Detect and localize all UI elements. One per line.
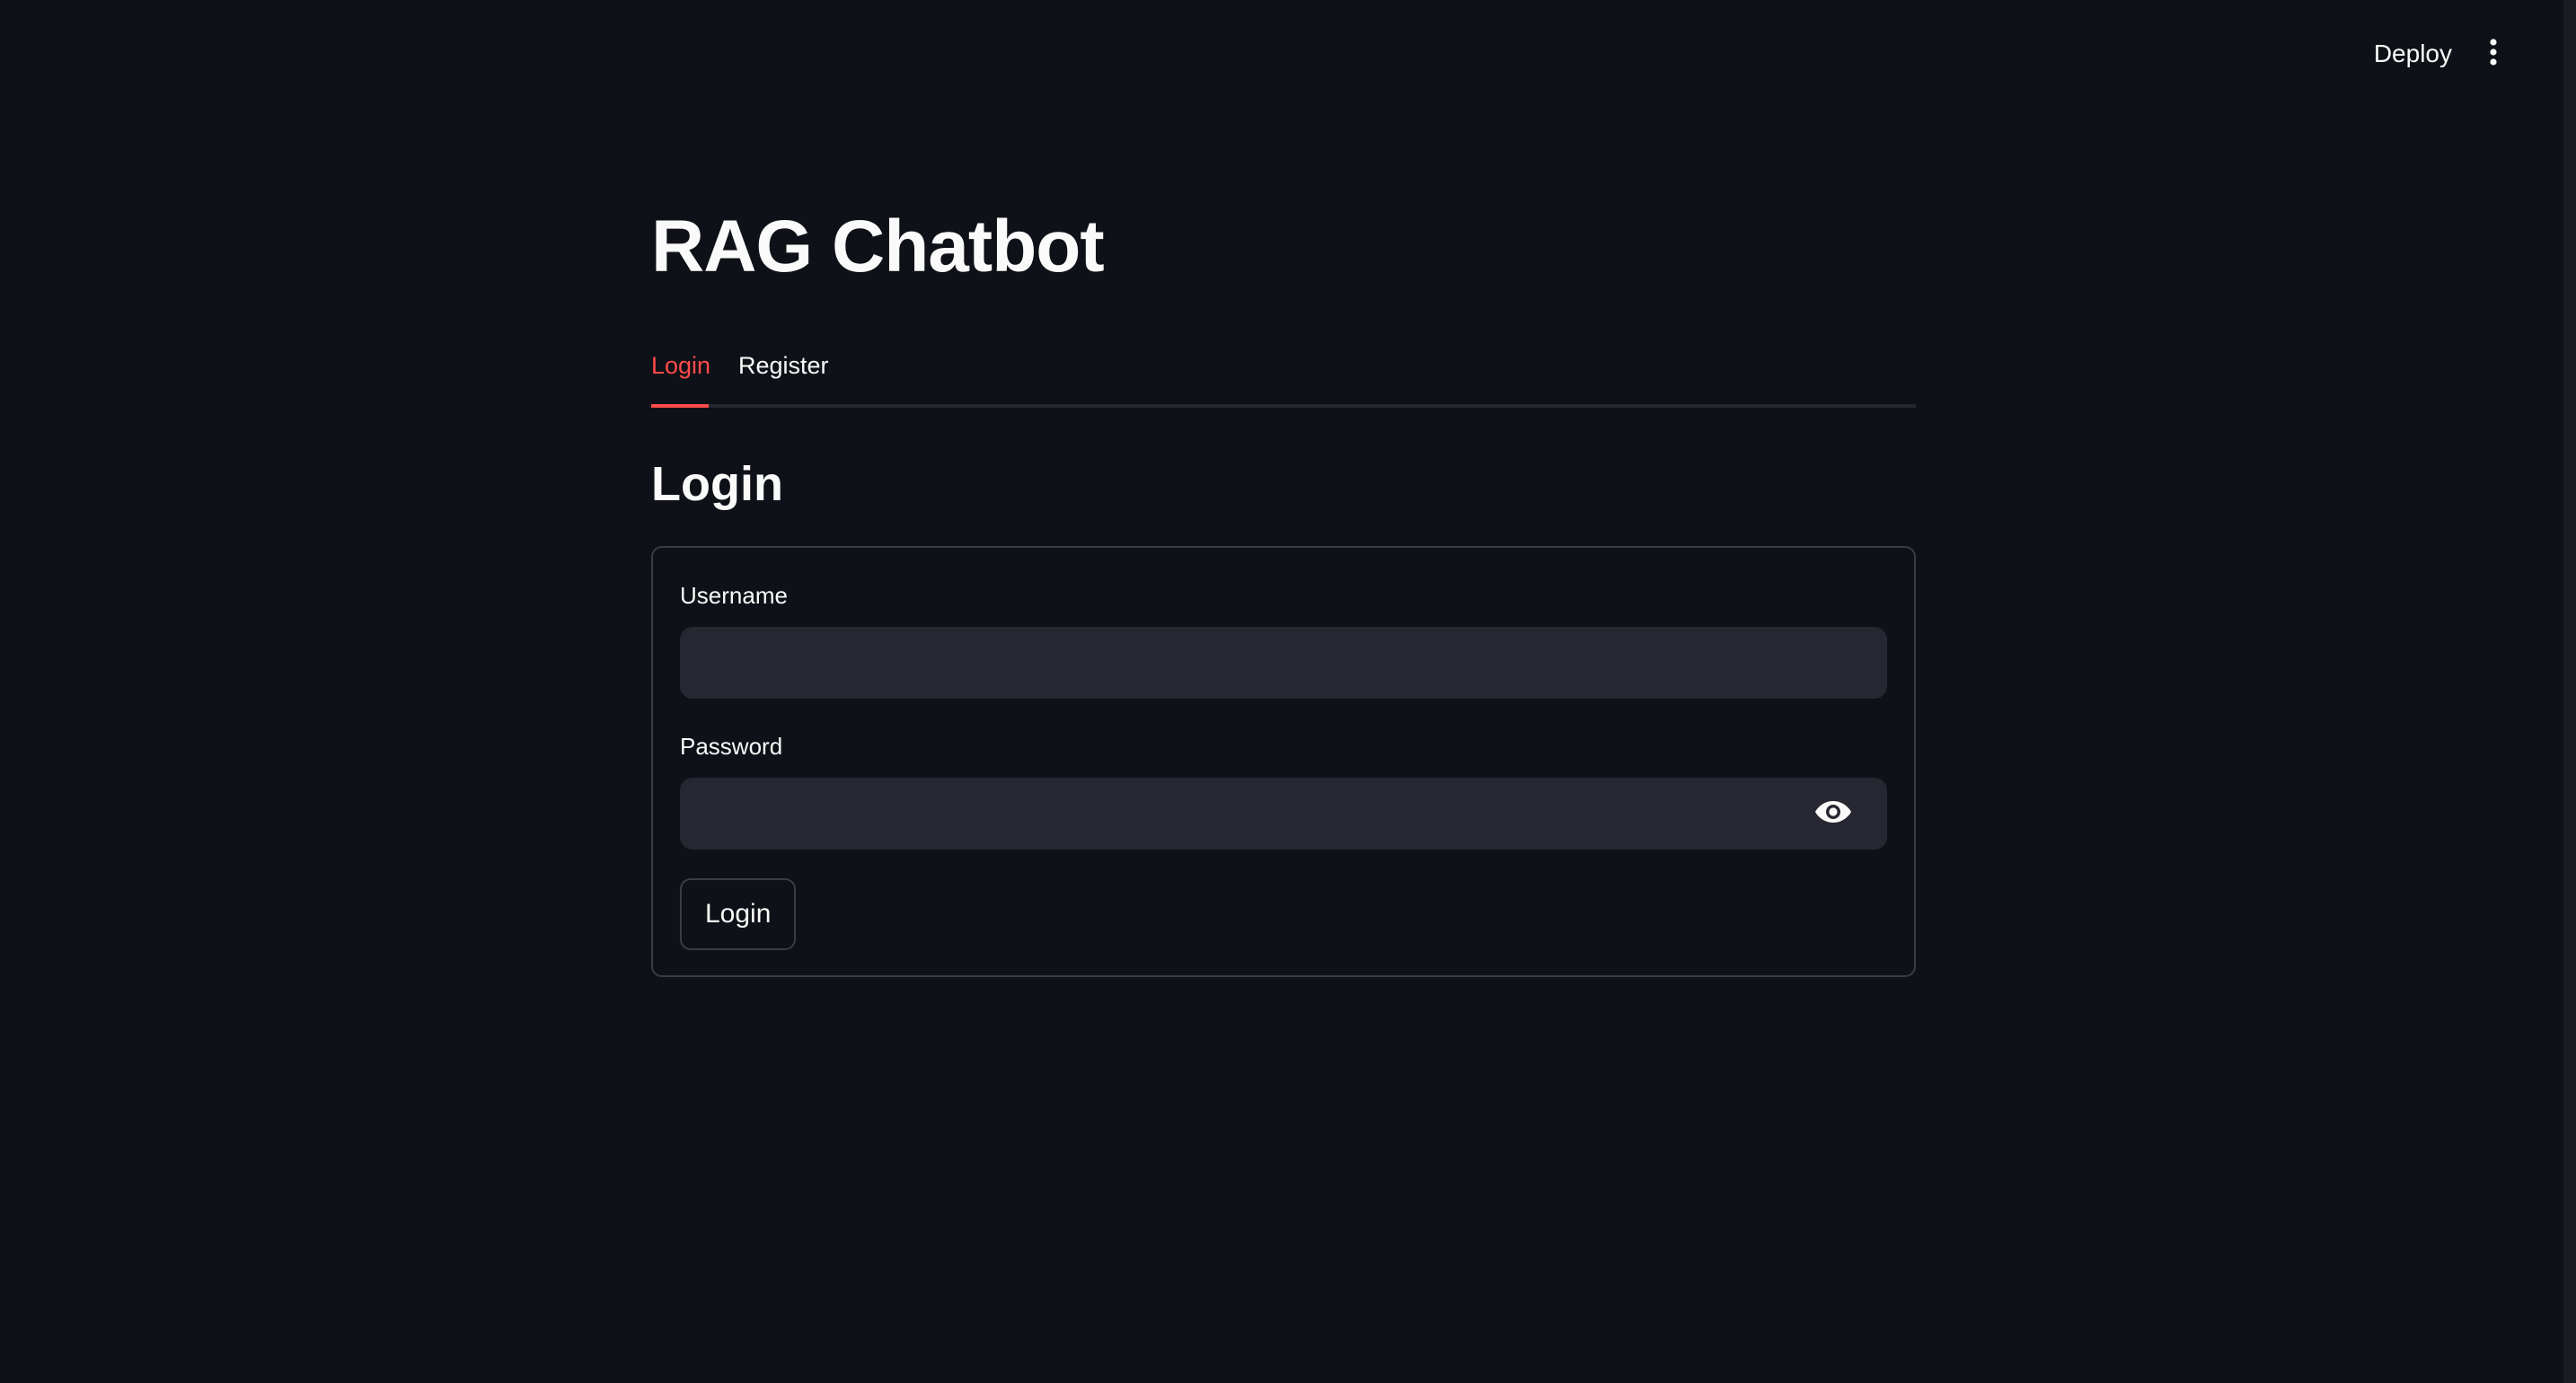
show-password-button[interactable]: [1806, 787, 1860, 841]
deploy-button[interactable]: Deploy: [2361, 32, 2465, 75]
password-input[interactable]: [680, 778, 1887, 850]
username-label: Username: [680, 582, 788, 609]
window-edge: [2563, 0, 2576, 1383]
kebab-vertical-icon: [2489, 38, 2498, 71]
password-label: Password: [680, 733, 783, 760]
login-form: Username Password Login: [651, 546, 1916, 977]
login-submit-button[interactable]: Login: [680, 878, 797, 950]
tab-login-label: Login: [651, 352, 711, 379]
tab-divider: [651, 404, 1916, 408]
tab-bar: Login Register: [651, 341, 1916, 408]
tab-register-label: Register: [738, 352, 829, 379]
app-root: Deploy RAG Chatbot Login Register Login: [0, 0, 2576, 1383]
main-menu-button[interactable]: [2470, 31, 2517, 77]
section-heading: Login: [651, 457, 783, 511]
eye-icon: [1814, 799, 1852, 829]
tab-login[interactable]: Login: [651, 341, 710, 408]
page-title: RAG Chatbot: [651, 206, 1105, 287]
active-tab-indicator: [651, 404, 709, 408]
tab-register[interactable]: Register: [738, 341, 829, 408]
top-header: Deploy: [0, 0, 2560, 108]
username-input[interactable]: [680, 627, 1887, 699]
